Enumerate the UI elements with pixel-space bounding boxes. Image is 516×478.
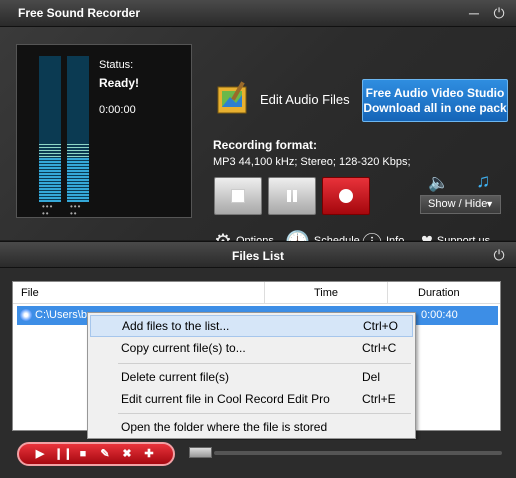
menu-separator bbox=[118, 363, 411, 364]
recording-format-title: Recording format: bbox=[213, 138, 318, 152]
position-slider-track[interactable] bbox=[214, 451, 502, 455]
menu-item-shortcut: Ctrl+O bbox=[363, 319, 399, 333]
right-level-meter bbox=[67, 56, 89, 202]
menu-item-open-folder[interactable]: Open the folder where the file is stored bbox=[90, 416, 413, 438]
left-level-fill bbox=[39, 158, 61, 202]
menu-item-label: Edit current file in Cool Record Edit Pr… bbox=[121, 392, 330, 406]
column-file[interactable]: File bbox=[21, 287, 39, 299]
file-duration: 0:00:40 bbox=[421, 309, 458, 321]
record-button[interactable] bbox=[322, 177, 370, 215]
menu-item-add-files[interactable]: Add files to the list... Ctrl+O bbox=[90, 315, 413, 337]
files-list-title: Files List bbox=[231, 249, 284, 263]
pause-icon bbox=[285, 189, 299, 203]
menu-item-label: Copy current file(s) to... bbox=[121, 341, 246, 355]
menu-item-edit-file[interactable]: Edit current file in Cool Record Edit Pr… bbox=[90, 388, 413, 410]
menu-item-copy-files[interactable]: Copy current file(s) to... Ctrl+C bbox=[90, 337, 413, 359]
files-list-bar: Files List ⏻ bbox=[0, 241, 516, 268]
level-meter-panel: ••• •• ••• •• Status: Ready! 0:00:00 bbox=[16, 44, 192, 218]
promo-banner[interactable]: Free Audio Video Studio Download all in … bbox=[362, 79, 508, 122]
edit-audio-button[interactable]: Edit Audio Files bbox=[212, 79, 350, 119]
show-hide-dropdown[interactable]: Show / Hide ▼ bbox=[420, 195, 501, 214]
left-level-peak bbox=[39, 144, 61, 159]
edit-audio-icon bbox=[212, 79, 252, 119]
menu-item-delete-files[interactable]: Delete current file(s) Del bbox=[90, 366, 413, 388]
status-value: Ready! bbox=[99, 76, 140, 90]
delete-file-icon[interactable]: ✖ bbox=[120, 447, 134, 461]
status-label: Status: bbox=[99, 59, 134, 71]
show-hide-label: Show / Hide bbox=[428, 198, 488, 210]
audio-file-icon bbox=[20, 309, 32, 321]
column-duration[interactable]: Duration bbox=[418, 287, 460, 299]
menu-item-shortcut: Ctrl+C bbox=[362, 341, 397, 355]
edit-audio-label: Edit Audio Files bbox=[260, 91, 350, 107]
position-slider-handle[interactable] bbox=[189, 447, 212, 458]
files-table-header: File Time Duration bbox=[13, 282, 500, 304]
file-path: C:\Users\b bbox=[35, 309, 87, 321]
pause-button[interactable] bbox=[268, 177, 316, 215]
right-level-peak bbox=[67, 144, 89, 159]
left-channel-icon: ••• •• bbox=[42, 202, 54, 218]
menu-separator bbox=[118, 413, 411, 414]
right-level-fill bbox=[67, 158, 89, 202]
music-note-icon[interactable]: ♫ bbox=[476, 171, 490, 193]
left-level-meter bbox=[39, 56, 61, 202]
minimize-icon[interactable]: ─ bbox=[466, 5, 482, 21]
menu-item-shortcut: Del bbox=[362, 370, 381, 384]
stop-icon[interactable]: ■ bbox=[76, 447, 90, 461]
menu-item-label: Open the folder where the file is stored bbox=[121, 420, 328, 434]
chevron-down-icon: ▼ bbox=[485, 199, 494, 209]
menu-item-shortcut: Ctrl+E bbox=[362, 392, 396, 406]
play-icon[interactable]: ▶ bbox=[33, 447, 47, 461]
menu-item-label: Delete current file(s) bbox=[121, 370, 230, 384]
title-bar: Free Sound Recorder ─ ⏻ bbox=[0, 0, 516, 27]
player-controls: ▶ ❙❙ ■ ✎ ✖ ✚ bbox=[17, 442, 175, 466]
promo-line2: Download all in one pack bbox=[363, 101, 507, 115]
add-file-icon[interactable]: ✚ bbox=[142, 447, 156, 461]
app-title: Free Sound Recorder bbox=[18, 6, 141, 20]
column-divider[interactable] bbox=[264, 282, 265, 304]
stop-button[interactable] bbox=[214, 177, 262, 215]
power-icon[interactable]: ⏻ bbox=[491, 5, 507, 21]
right-channel-icon: ••• •• bbox=[70, 202, 82, 218]
pause-icon[interactable]: ❙❙ bbox=[54, 447, 72, 461]
edit-file-icon[interactable]: ✎ bbox=[98, 447, 112, 461]
stop-icon bbox=[231, 189, 245, 203]
column-time[interactable]: Time bbox=[314, 287, 338, 299]
context-menu: Add files to the list... Ctrl+O Copy cur… bbox=[87, 312, 416, 439]
files-list-power-icon[interactable]: ⏻ bbox=[491, 247, 507, 263]
recording-format-value: MP3 44,100 kHz; Stereo; 128-320 Kbps; bbox=[213, 156, 411, 168]
recorder-panel: ••• •• ••• •• Status: Ready! 0:00:00 Edit … bbox=[0, 27, 516, 255]
player-bar: ▶ ❙❙ ■ ✎ ✖ ✚ bbox=[0, 440, 516, 478]
column-divider[interactable] bbox=[387, 282, 388, 304]
elapsed-time: 0:00:00 bbox=[99, 104, 136, 116]
record-icon bbox=[339, 189, 353, 203]
menu-item-label: Add files to the list... bbox=[122, 319, 230, 333]
promo-line1: Free Audio Video Studio bbox=[365, 86, 505, 100]
speaker-icon[interactable]: 🔈 bbox=[428, 173, 449, 193]
